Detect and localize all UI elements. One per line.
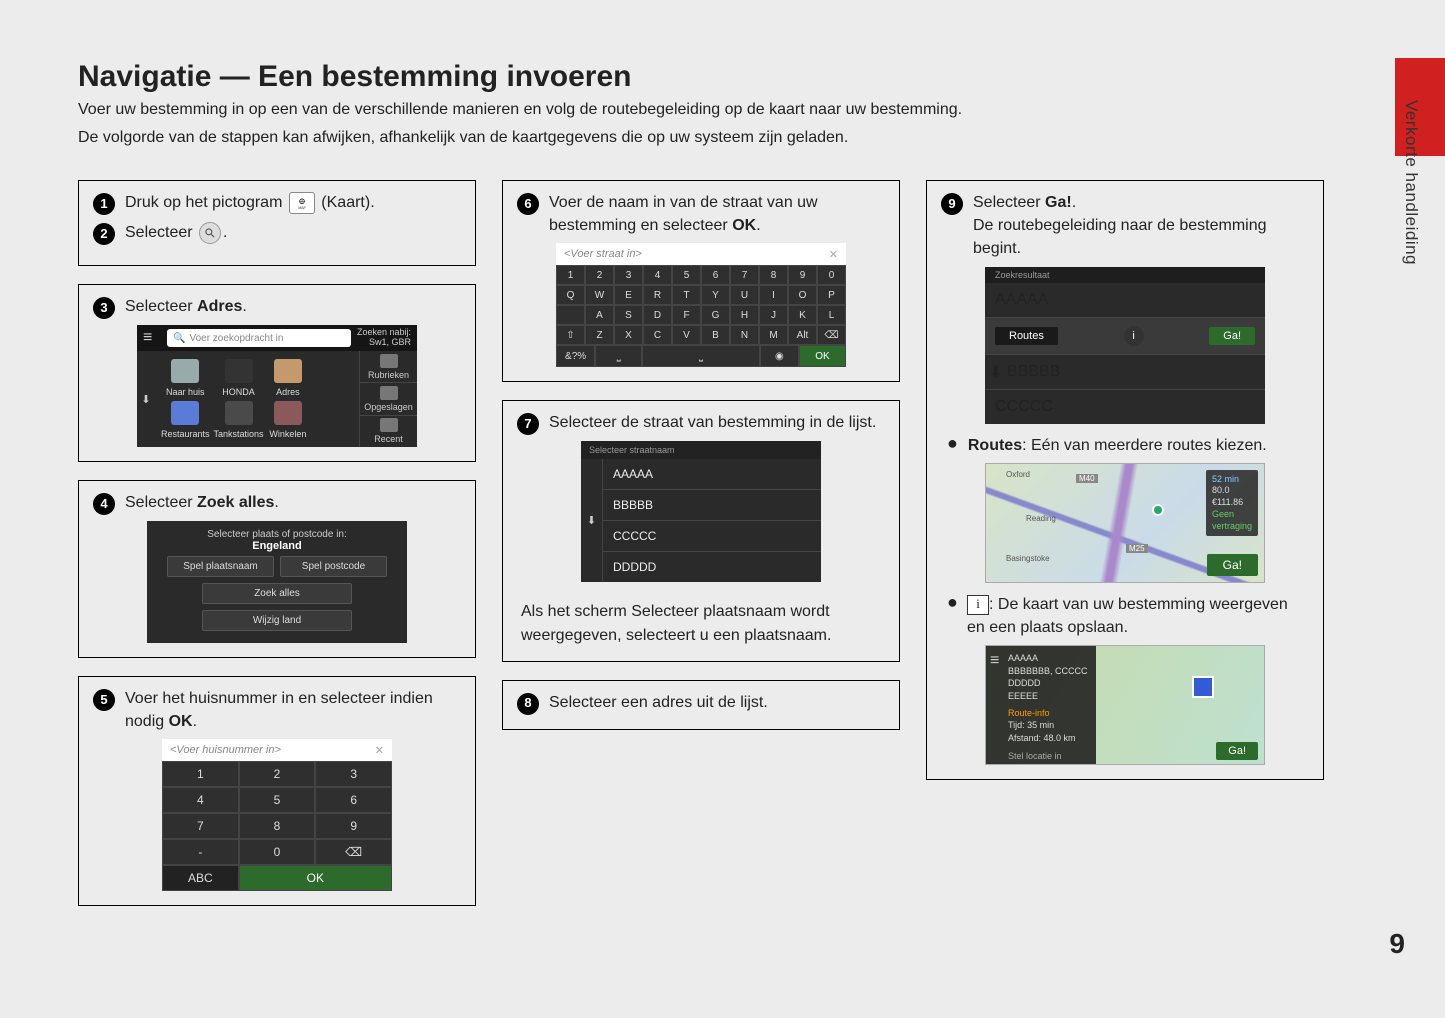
svg-text:MAP: MAP <box>298 206 306 210</box>
info-box-icon: i <box>967 595 989 615</box>
mock-place-screen: Selecteer plaats of postcode in: Engelan… <box>147 521 407 643</box>
step-4-badge: 4 <box>93 493 115 515</box>
step-2-text: Selecteer . <box>125 221 228 244</box>
step-5-text: Voer het huisnummer in en selecteer indi… <box>125 687 461 733</box>
search-location: Zoeken nabij:Sw1, GBR <box>357 328 411 348</box>
step-7-text: Selecteer de straat van bestemming in de… <box>549 411 876 434</box>
page-number: 9 <box>1389 928 1405 960</box>
card-step-4: 4 Selecteer Zoek alles. Selecteer plaats… <box>78 480 476 658</box>
bullet-icon: ● <box>947 593 957 639</box>
mock-result-list: Zoekresultaat AAAAA Routes i Ga! ⬇BBBBB … <box>985 267 1265 424</box>
step-2-badge: 2 <box>93 223 115 245</box>
search-icon <box>199 222 221 244</box>
step-4-text: Selecteer Zoek alles. <box>125 491 279 514</box>
bullet-info: i: De kaart van uw bestemming weergeven … <box>967 593 1309 639</box>
card-step-9: 9 Selecteer Ga!. De routebegeleiding naa… <box>926 180 1324 780</box>
card-steps-1-2: 1 Druk op het pictogram MAP (Kaart). 2 S… <box>78 180 476 266</box>
bullet-icon: ● <box>947 434 958 457</box>
bullet-routes: Routes: Eén van meerdere routes kiezen. <box>968 434 1267 457</box>
step-7-note: Als het scherm Selecteer plaatsnaam word… <box>521 600 885 646</box>
step-9-badge: 9 <box>941 193 963 215</box>
mock-search-screen: ≡ 🔍 Voer zoekopdracht in Zoeken nabij:Sw… <box>137 325 417 447</box>
card-step-3: 3 Selecteer Adres. ≡ 🔍 Voer zoekopdracht… <box>78 284 476 462</box>
card-step-5: 5 Voer het huisnummer in en selecteer in… <box>78 676 476 906</box>
mock-destination-map: AAAAA BBBBBBB, CCCCC DDDDD EEEEE Route-i… <box>985 645 1265 765</box>
step-9-text: Selecteer Ga!. De routebegeleiding naar … <box>973 191 1309 261</box>
step-8-badge: 8 <box>517 693 539 715</box>
arrow-down-icon: ⬇ <box>137 351 155 447</box>
mock-street-list: Selecteer straatnaam ⬇ AAAAA BBBBB CCCCC… <box>581 441 821 582</box>
search-input-mock: 🔍 Voer zoekopdracht in <box>167 329 351 347</box>
step-3-text: Selecteer Adres. <box>125 295 247 318</box>
step-6-badge: 6 <box>517 193 539 215</box>
card-step-7: 7 Selecteer de straat van bestemming in … <box>502 400 900 661</box>
step-7-badge: 7 <box>517 413 539 435</box>
intro-line-2: De volgorde van de stappen kan afwijken,… <box>78 126 1375 150</box>
card-step-8: 8 Selecteer een adres uit de lijst. <box>502 680 900 730</box>
info-icon: i <box>1124 326 1144 346</box>
card-step-6: 6 Voer de naam in van de straat van uw b… <box>502 180 900 382</box>
step-6-text: Voer de naam in van de straat van uw bes… <box>549 191 885 237</box>
mock-keyboard-screen: <Voer straat in>✕ 1234567890 QWERTYUIOP … <box>556 243 846 367</box>
step-1-badge: 1 <box>93 193 115 215</box>
mock-route-map: Oxford Reading Basingstoke M40 M25 52 mi… <box>985 463 1265 583</box>
page-title: Navigatie — Een bestemming invoeren <box>78 60 1375 94</box>
mock-numpad-screen: <Voer huisnummer in>✕ 123 456 789 -0⌫ AB… <box>162 739 392 891</box>
step-1-text: Druk op het pictogram MAP (Kaart). <box>125 191 375 214</box>
step-5-badge: 5 <box>93 689 115 711</box>
map-icon: MAP <box>289 192 315 214</box>
side-label: Verkorte handleiding <box>1401 100 1421 265</box>
step-8-text: Selecteer een adres uit de lijst. <box>549 691 768 714</box>
hamburger-icon: ≡ <box>143 329 161 347</box>
intro-line-1: Voer uw bestemming in op een van de vers… <box>78 98 1375 122</box>
arrow-down-icon: ⬇ <box>581 459 603 582</box>
step-3-badge: 3 <box>93 297 115 319</box>
